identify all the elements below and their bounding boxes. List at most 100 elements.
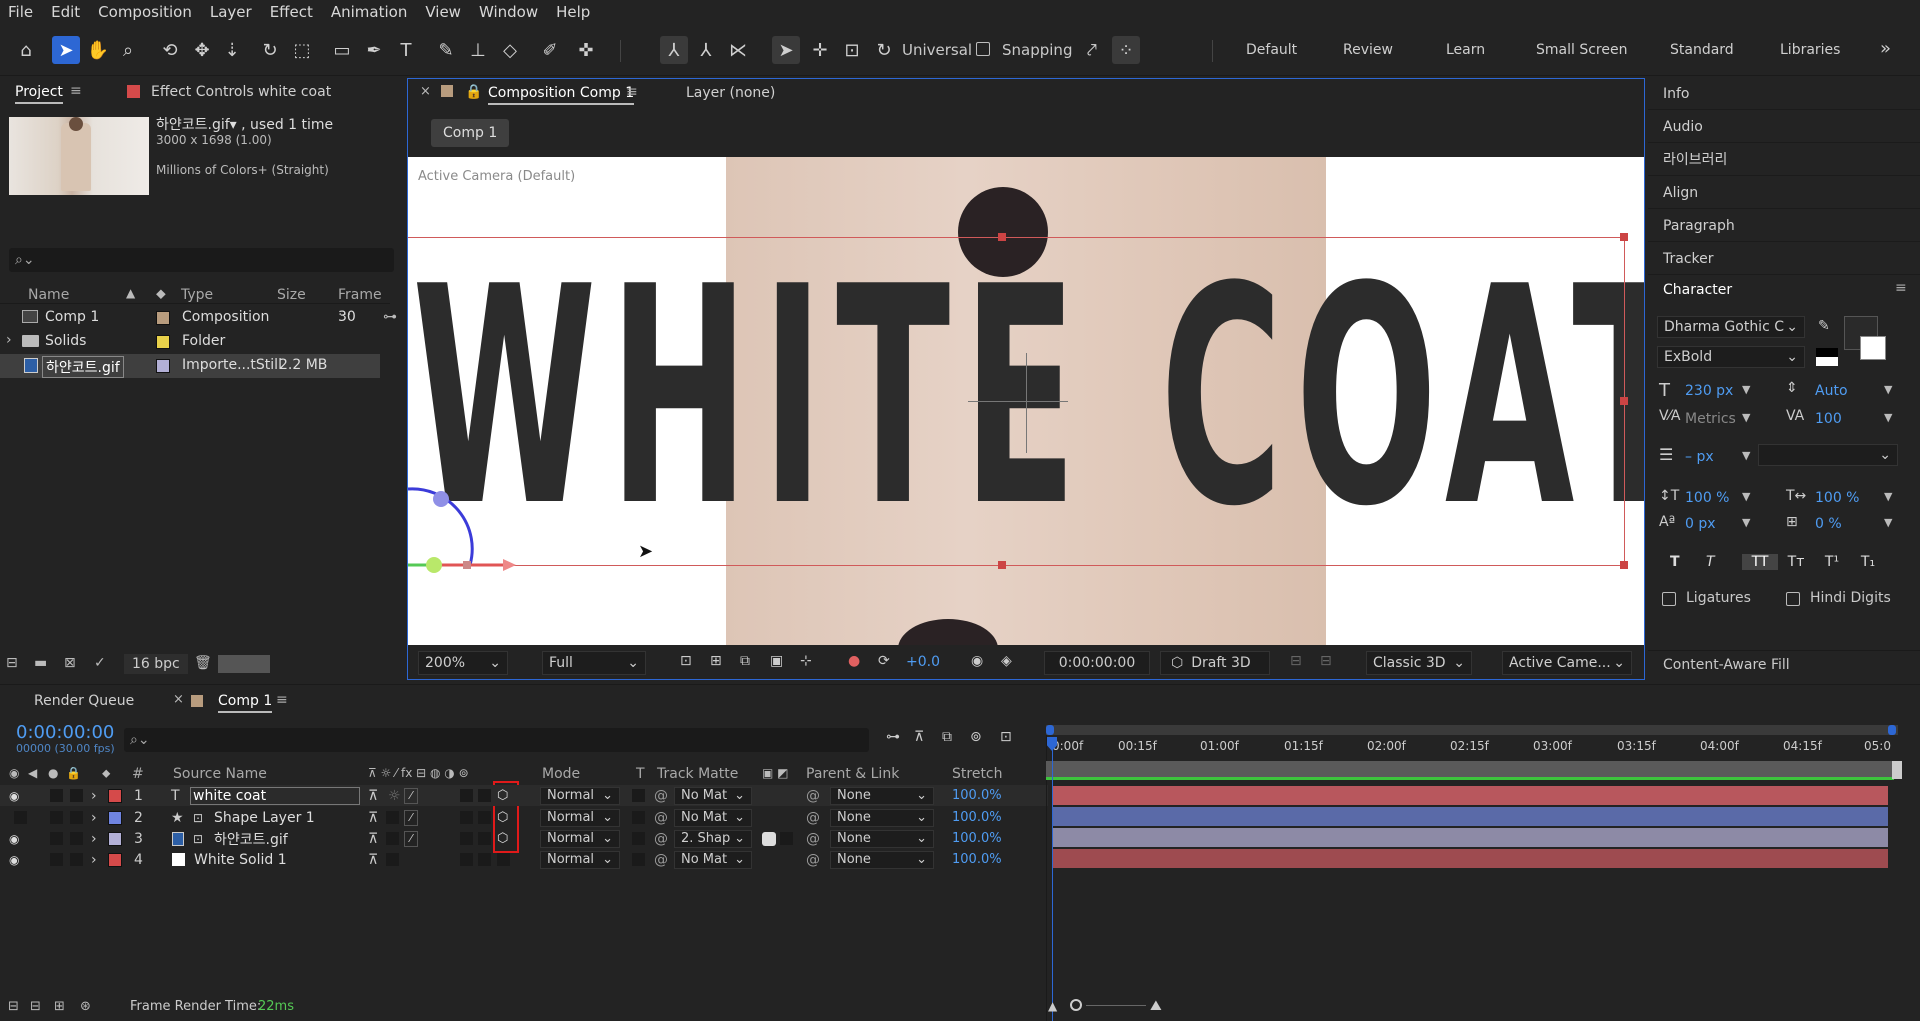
project-search-input[interactable]: ⌕⌄: [9, 248, 394, 272]
frame-blending-icon[interactable]: ⊚: [970, 729, 982, 745]
quality-slash-icon[interactable]: ⁄: [404, 787, 418, 804]
label-swatch[interactable]: [156, 359, 170, 373]
dolly-camera-icon[interactable]: ⇣: [218, 36, 246, 64]
col-stretch[interactable]: Stretch: [952, 766, 1003, 782]
resolution-dropdown[interactable]: Full ⌄: [542, 651, 646, 675]
label-swatch[interactable]: [156, 335, 170, 349]
layer-name[interactable]: White Solid 1: [194, 852, 287, 868]
rotate-gizmo-icon[interactable]: ↻: [870, 36, 898, 64]
panel-libraries[interactable]: 라이브러리: [1648, 144, 1920, 176]
layer-row[interactable]: ◉ › 1 T white coat ⊼ ☼ ⁄ ⬡ Normal ⌄ @ No …: [0, 785, 1048, 806]
lock-icon[interactable]: 🔒: [465, 84, 482, 100]
layer-row[interactable]: ◉ › 4 White Solid 1 ⊼ Normal ⌄ @ No Mat ⌄ …: [0, 849, 1048, 870]
bbox-handle[interactable]: [998, 561, 1006, 569]
hand-tool-icon[interactable]: ✋: [84, 36, 112, 64]
lock-box[interactable]: [70, 832, 83, 845]
visibility-eye-icon[interactable]: ◉: [9, 853, 19, 867]
workspace-standard[interactable]: Standard: [1670, 42, 1734, 58]
workspace-review[interactable]: Review: [1343, 42, 1393, 58]
matte-pickwhip-icon[interactable]: @: [654, 810, 668, 826]
exposure-reset-icon[interactable]: ⟳: [878, 653, 890, 669]
adjustment-box[interactable]: [478, 811, 491, 824]
col-parent-link[interactable]: Parent & Link: [806, 766, 899, 782]
bpc-button[interactable]: 16 bpc: [124, 654, 188, 674]
comp-flowchart-icon[interactable]: ⊶: [886, 729, 900, 745]
preserve-transparency-box[interactable]: [632, 832, 645, 845]
graph-editor-icon[interactable]: ⊡: [1000, 729, 1012, 745]
move-icon[interactable]: ✛: [806, 36, 834, 64]
menu-animation[interactable]: Animation: [331, 3, 407, 21]
stretch-value[interactable]: 100.0%: [952, 788, 1002, 803]
stretch-value[interactable]: 100.0%: [952, 810, 1002, 825]
matte-pickwhip-icon[interactable]: @: [654, 788, 668, 804]
layer-duration-bar[interactable]: [1052, 807, 1888, 826]
label-swatch[interactable]: [156, 311, 170, 325]
blend-mode-dropdown[interactable]: Normal ⌄: [540, 829, 620, 848]
3d-layer-icon[interactable]: ⬡: [497, 810, 508, 825]
parent-pickwhip-icon[interactable]: @: [806, 831, 820, 847]
col-name[interactable]: Name: [28, 287, 69, 303]
close-tab-icon[interactable]: ×: [420, 84, 431, 99]
chevron-down-icon[interactable]: ▼: [1884, 383, 1892, 396]
tab-project[interactable]: Project: [15, 84, 63, 104]
draft3d-toggle[interactable]: ⬡ Draft 3D: [1160, 651, 1270, 675]
baseline-shift-value[interactable]: 0 px: [1685, 516, 1716, 532]
track-matte-dropdown[interactable]: 2. Shap ⌄: [674, 829, 752, 848]
type-tool-icon[interactable]: T: [392, 36, 420, 64]
transfer-controls-toggle-icon[interactable]: ⊟: [30, 999, 41, 1014]
tab-layer[interactable]: Layer (none): [686, 85, 775, 101]
layer-name[interactable]: Shape Layer 1: [214, 810, 315, 826]
quality-slash-icon[interactable]: ⁄: [404, 809, 418, 826]
project-settings-icon[interactable]: ✓: [94, 655, 106, 671]
blend-mode-dropdown[interactable]: Normal ⌄: [540, 808, 620, 827]
panel-tracker[interactable]: Tracker: [1648, 243, 1920, 275]
font-family-dropdown[interactable]: Dharma Gothic C ⌄: [1657, 316, 1805, 338]
menu-file[interactable]: File: [8, 3, 33, 21]
close-tab-icon[interactable]: ×: [173, 692, 184, 707]
view-dropdown[interactable]: Active Came... ⌄: [1502, 651, 1632, 675]
menu-help[interactable]: Help: [556, 3, 590, 21]
bbox-handle[interactable]: [1620, 397, 1628, 405]
quality-box[interactable]: [386, 853, 399, 866]
trash-icon[interactable]: 🗑: [194, 655, 212, 671]
solo-box[interactable]: [50, 832, 63, 845]
parent-dropdown[interactable]: None ⌄: [830, 808, 934, 827]
invert-matte-box[interactable]: [780, 832, 793, 845]
eyedropper-icon[interactable]: ✎: [1818, 318, 1830, 334]
quality-slash-icon[interactable]: ⁄: [404, 830, 418, 847]
thumbnail-bg-swatch[interactable]: [218, 655, 270, 673]
lock-box[interactable]: [70, 853, 83, 866]
adjustment-box[interactable]: [478, 853, 491, 866]
eraser-tool-icon[interactable]: ◇: [496, 36, 524, 64]
bbox-handle[interactable]: [998, 233, 1006, 241]
solo-box[interactable]: [50, 811, 63, 824]
workspace-learn[interactable]: Learn: [1446, 42, 1485, 58]
zoom-tool-icon[interactable]: ⌕: [114, 36, 142, 64]
panel-menu-icon[interactable]: ≡: [276, 692, 288, 708]
layer-duration-bar[interactable]: [1052, 849, 1888, 868]
stroke-color-swatch[interactable]: [1860, 336, 1886, 360]
transparency-grid-icon[interactable]: ⊞: [710, 653, 722, 669]
panel-character-title[interactable]: Character: [1663, 282, 1732, 298]
parent-dropdown[interactable]: None ⌄: [830, 829, 934, 848]
panel-paragraph[interactable]: Paragraph: [1648, 210, 1920, 242]
superscript-button[interactable]: T¹: [1814, 554, 1850, 570]
tracking-value[interactable]: 100: [1815, 411, 1842, 427]
roto-brush-icon[interactable]: ✐: [536, 36, 564, 64]
tab-effect-controls[interactable]: Effect Controls white coat: [151, 84, 331, 100]
layer-duration-bar[interactable]: [1052, 786, 1888, 805]
expand-chevron-icon[interactable]: ›: [91, 788, 97, 804]
solo-box[interactable]: [50, 789, 63, 802]
vertical-scale-value[interactable]: 100 %: [1685, 490, 1729, 506]
faux-italic-button[interactable]: T: [1706, 554, 1742, 570]
zoom-slider-knob[interactable]: [1070, 999, 1082, 1011]
quality-box[interactable]: [386, 832, 399, 845]
preserve-transparency-box[interactable]: [632, 789, 645, 802]
workspace-small-screen[interactable]: Small Screen: [1536, 42, 1627, 58]
chevron-down-icon[interactable]: ▼: [1884, 516, 1892, 529]
menu-window[interactable]: Window: [479, 3, 538, 21]
panel-audio[interactable]: Audio: [1648, 111, 1920, 143]
zoom-out-icon[interactable]: ▲: [1048, 999, 1057, 1013]
3d-ground-icon[interactable]: ⊟: [1290, 653, 1302, 669]
kerning-value[interactable]: Metrics: [1685, 411, 1736, 427]
